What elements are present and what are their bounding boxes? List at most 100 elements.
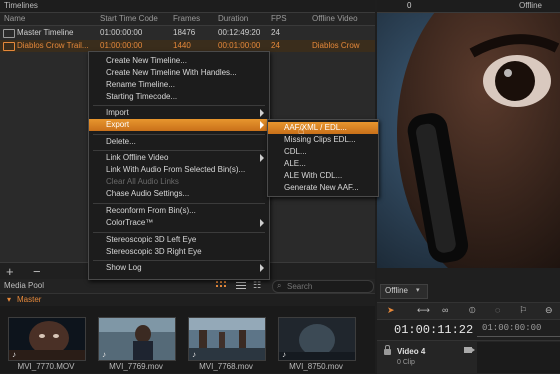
grid-view-icon[interactable]: [216, 281, 226, 290]
column-header-start-timecode[interactable]: Start Time Code: [100, 14, 158, 23]
clip-thumbnail[interactable]: ♪: [278, 317, 356, 361]
menu-item-clear-audio-links: Clear All Audio Links: [106, 177, 179, 186]
column-header-fps[interactable]: FPS: [271, 14, 287, 23]
pointer-tool-icon[interactable]: ➤: [387, 305, 395, 316]
track-name: Video 4: [397, 347, 426, 356]
audio-note-icon: ♪: [282, 350, 286, 359]
column-header-frames[interactable]: Frames: [173, 14, 200, 23]
submenu-arrow-icon: [260, 219, 264, 227]
submenu-arrow-icon: [260, 264, 264, 272]
bin-row[interactable]: ▾ Master: [0, 294, 375, 306]
column-header-name[interactable]: Name: [4, 14, 25, 23]
viewer-controls: [377, 268, 560, 280]
menu-divider: [93, 134, 265, 135]
menu-item-generate-new-aaf[interactable]: Generate New AAF...: [268, 182, 378, 194]
timeline-name: Diablos Crow Trail...: [17, 41, 89, 50]
snap-tool-icon[interactable]: ⦶: [469, 305, 476, 316]
menu-item-delete[interactable]: Delete...: [89, 136, 269, 148]
clip-name: MVI_8750.mov: [289, 362, 343, 371]
lock-icon[interactable]: [384, 345, 391, 355]
search-input[interactable]: [287, 282, 367, 291]
clip-thumbnail-image: [99, 318, 175, 360]
menu-item-cdl[interactable]: CDL...: [268, 146, 378, 158]
list-view-icon[interactable]: [236, 282, 246, 290]
search-icon: ⌕: [277, 281, 282, 290]
menu-item-stereo-right-eye[interactable]: Stereoscopic 3D Right Eye: [89, 246, 269, 258]
frames: 18476: [173, 28, 196, 37]
column-header-duration[interactable]: Duration: [218, 14, 248, 23]
menu-divider: [93, 150, 265, 151]
clip-thumbnail-image: [9, 318, 85, 360]
menu-item-colortrace[interactable]: ColorTrace™: [89, 217, 269, 229]
frames: 1440: [173, 41, 191, 50]
flag-tool-icon[interactable]: ⚐: [519, 305, 527, 316]
zoom-tool-icon[interactable]: ⊖: [545, 305, 553, 316]
menu-item-rename-timeline[interactable]: Rename Timeline...: [89, 79, 269, 91]
menu-item-aaf-xml-edl[interactable]: AAF/XML / EDL...: [268, 122, 378, 134]
timeline-timecode: 01:00:11:22: [394, 323, 474, 337]
submenu-arrow-icon: [260, 109, 264, 117]
menu-item-create-timeline-with-handles[interactable]: Create New Timeline With Handles...: [89, 67, 269, 79]
track-lane[interactable]: [477, 342, 560, 373]
timeline-editor: Offline ▾ ➤ ⟷ ∞ ⦶ ◌ ⚐ ⊖ 01:00:11:22 01:0…: [377, 280, 560, 374]
menu-item-import[interactable]: Import: [89, 107, 269, 119]
fps: 24: [271, 28, 280, 37]
timeline-icon: [3, 29, 15, 38]
clip-name: MVI_7768.mov: [199, 362, 253, 371]
viewer-frame[interactable]: [377, 13, 560, 268]
duration: 00:01:00:00: [218, 41, 261, 50]
link-tool-icon[interactable]: ∞: [442, 305, 448, 315]
clip-thumbnail[interactable]: ♪: [98, 317, 176, 361]
ruler-timecode: 01:00:00:00: [482, 323, 542, 333]
bin-label: Master: [17, 295, 42, 304]
menu-item-link-with-audio[interactable]: Link With Audio From Selected Bin(s)...: [89, 164, 269, 176]
menu-item-ale[interactable]: ALE...: [268, 158, 378, 170]
viewer-counter: 0: [407, 1, 412, 10]
search-box[interactable]: ⌕: [272, 280, 374, 293]
video-camera-icon[interactable]: [464, 347, 475, 353]
menu-item-export[interactable]: Export: [89, 119, 269, 131]
chevron-down-icon[interactable]: ▾: [7, 295, 11, 304]
menu-item-create-new-timeline[interactable]: Create New Timeline...: [89, 55, 269, 67]
menu-divider: [93, 105, 265, 106]
clip-thumbnail[interactable]: ♪: [188, 317, 266, 361]
hand-cursor-icon: ☝: [298, 125, 305, 137]
menu-item-chase-audio-settings[interactable]: Chase Audio Settings...: [89, 188, 269, 200]
table-row[interactable]: Master Timeline 01:00:00:00 18476 00:12:…: [0, 27, 375, 39]
sort-icon[interactable]: ☷: [253, 280, 261, 291]
duration: 00:12:49:20: [218, 28, 261, 37]
submenu-arrow-icon: [260, 154, 264, 162]
menu-item-starting-timecode[interactable]: Starting Timecode...: [89, 91, 269, 103]
start-timecode: 01:00:00:00: [100, 41, 143, 50]
media-pool-panel: Media Pool ☷ ⌕ ▾ Master ♪ MVI_7770.MOV: [0, 279, 375, 373]
column-header-offline-video[interactable]: Offline Video: [312, 14, 358, 23]
menu-item-reconform[interactable]: Reconform From Bin(s)...: [89, 205, 269, 217]
menu-item-show-log[interactable]: Show Log: [89, 262, 269, 274]
track-header: Video 4 0 Clip: [377, 340, 560, 374]
viewer-header: 0 Offline: [377, 0, 560, 13]
trim-tool-icon[interactable]: ⟷: [417, 305, 430, 316]
timeline-ruler[interactable]: [477, 336, 560, 337]
menu-item-missing-clips-edl[interactable]: Missing Clips EDL...: [268, 134, 378, 146]
clip-thumbnail-image: [279, 318, 355, 360]
add-timeline-button[interactable]: +: [6, 264, 14, 279]
menu-divider: [93, 232, 265, 233]
audio-note-icon: ♪: [102, 350, 106, 359]
export-submenu: AAF/XML / EDL... Missing Clips EDL... CD…: [267, 119, 379, 197]
clip-thumbnail[interactable]: ♪: [8, 317, 86, 361]
fps: 24: [271, 41, 280, 50]
track-clip-count: 0 Clip: [397, 359, 415, 366]
panel-title: Timelines: [4, 1, 38, 10]
panel-title: Media Pool: [4, 281, 45, 290]
remove-timeline-button[interactable]: −: [33, 264, 41, 279]
timeline-mode-select[interactable]: Offline ▾: [380, 284, 428, 299]
chevron-down-icon: ▾: [416, 287, 420, 294]
timelines-header: Timelines: [0, 0, 375, 13]
audio-note-icon: ♪: [12, 350, 16, 359]
menu-item-link-offline-video[interactable]: Link Offline Video: [89, 152, 269, 164]
blade-tool-icon[interactable]: ◌: [495, 305, 500, 315]
media-pool-header: Media Pool ☷ ⌕: [0, 279, 375, 294]
menu-item-stereo-left-eye[interactable]: Stereoscopic 3D Left Eye: [89, 234, 269, 246]
start-timecode: 01:00:00:00: [100, 28, 143, 37]
menu-item-ale-with-cdl[interactable]: ALE With CDL...: [268, 170, 378, 182]
